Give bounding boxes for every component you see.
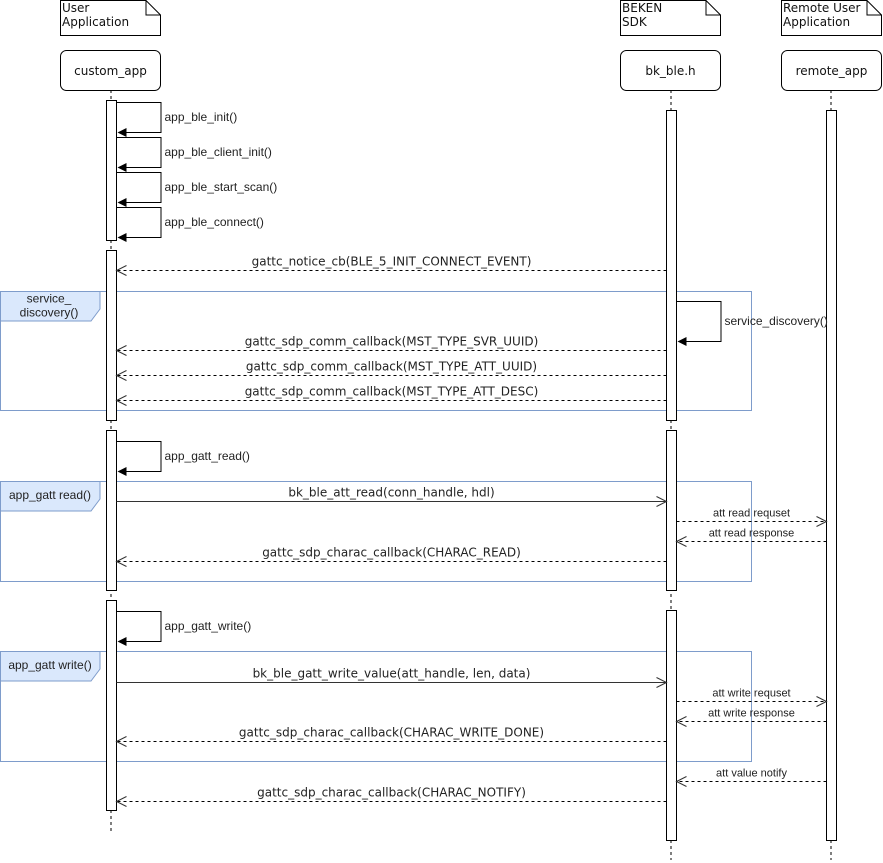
note-beken-sdk: BEKEN SDK [620,0,721,36]
participant-label: custom_app [74,64,147,78]
message-label: gattc_sdp_comm_callback(MST_TYPE_ATT_UUI… [246,360,537,374]
activation-bar [666,430,677,591]
message-app-ble-init[interactable]: app_ble_init() [116,102,238,138]
self-call-line [116,207,162,238]
message-label: gattc_sdp_charac_callback(CHARAC_NOTIFY) [257,786,526,800]
arrowhead-icon [117,637,127,646]
message-label: app_gatt_write() [165,619,252,633]
participant-custom-app[interactable]: custom_app [60,50,161,91]
activation-bar [106,600,117,811]
message-label: gattc_notice_cb(BLE_5_INIT_CONNECT_EVENT… [252,255,532,269]
message-att-value-notify[interactable]: att value notify [675,768,827,787]
activation-bar [666,110,677,421]
message-label: app_ble_connect() [165,215,264,229]
frame-label: app_gatt read() [9,488,91,502]
message-service-discovery[interactable]: service_discovery() [676,301,828,347]
message-label: app_ble_client_init() [165,145,272,159]
message-label: att write requset [712,688,790,700]
arrowhead-icon [117,128,127,137]
message-label: app_ble_start_scan() [165,180,278,194]
message-gattc-sdp-charac-callback-charac-read[interactable]: gattc_sdp_charac_callback(CHARAC_READ) [115,546,667,567]
message-label: app_ble_init() [165,110,238,124]
frame-label-line-1: service_ [27,292,72,306]
arrowhead-icon [117,467,127,476]
arrowhead-icon [117,233,127,242]
frame-label-line-2: discovery() [20,306,79,320]
arrowhead-icon [677,337,687,346]
message-label: gattc_sdp_comm_callback(MST_TYPE_SVR_UUI… [245,335,539,349]
note-line-2: Application [783,15,850,29]
message-label: bk_ble_att_read(conn_handle, hdl) [288,486,494,500]
message-label: att value notify [716,768,787,780]
note-line-1: BEKEN [622,1,662,15]
note-remote-user-application: Remote User Application [781,0,882,36]
participant-bk-ble[interactable]: bk_ble.h [620,50,721,91]
arrowhead-icon [117,163,127,172]
message-gattc-notice-cb-ble-5-init-connect-event[interactable]: gattc_notice_cb(BLE_5_INIT_CONNECT_EVENT… [115,255,667,276]
message-label: att read response [709,528,795,540]
self-call-line [116,137,162,168]
message-gattc-sdp-charac-callback-charac-write-done[interactable]: gattc_sdp_charac_callback(CHARAC_WRITE_D… [115,726,667,747]
self-call-line [116,172,162,203]
activation-bar [106,100,117,241]
message-bk-ble-att-read-conn-handle-hdl[interactable]: bk_ble_att_read(conn_handle, hdl) [116,486,668,507]
note-line-2: SDK [622,15,648,29]
message-app-ble-client-init[interactable]: app_ble_client_init() [116,137,272,173]
note-line-1: Remote User [783,1,861,15]
messages-layer: app_ble_init() app_ble_client_init() app_b… [115,102,828,807]
self-call-line [116,611,162,642]
message-gattc-sdp-charac-callback-charac-notify[interactable]: gattc_sdp_charac_callback(CHARAC_NOTIFY) [115,786,667,807]
self-call-line [676,301,722,342]
arrowhead-icon [117,198,127,207]
note-user-application: User Application [60,0,161,36]
message-label: app_gatt_read() [165,449,250,463]
sequence-diagram: service_ discovery() app_gatt read() app… [0,0,882,860]
message-label: att read requset [713,508,790,520]
message-bk-ble-gatt-write-value-att-handle-len-data[interactable]: bk_ble_gatt_write_value(att_handle, len,… [116,667,668,688]
message-label: gattc_sdp_comm_callback(MST_TYPE_ATT_DES… [245,385,539,399]
participant-remote-app[interactable]: remote_app [781,50,882,91]
message-label: gattc_sdp_charac_callback(CHARAC_READ) [262,546,521,560]
activation-bar [666,610,677,841]
participant-label: remote_app [796,64,868,78]
message-app-gatt-write[interactable]: app_gatt_write() [116,611,252,647]
message-app-ble-connect[interactable]: app_ble_connect() [116,207,264,243]
message-gattc-sdp-comm-callback-mst-type-att-uuid[interactable]: gattc_sdp_comm_callback(MST_TYPE_ATT_UUI… [115,360,667,381]
frame-label: app_gatt write() [8,658,91,672]
message-label: bk_ble_gatt_write_value(att_handle, len,… [253,667,531,681]
message-gattc-sdp-comm-callback-mst-type-att-desc[interactable]: gattc_sdp_comm_callback(MST_TYPE_ATT_DES… [115,385,667,406]
activation-bar [106,430,117,591]
activation-bar [106,250,117,421]
activation-bar [826,110,837,841]
self-call-line [116,441,162,472]
note-line-2: Application [62,15,129,29]
note-line-1: User [62,1,89,15]
message-app-ble-start-scan[interactable]: app_ble_start_scan() [116,172,278,208]
message-label: gattc_sdp_charac_callback(CHARAC_WRITE_D… [239,726,544,740]
participant-label: bk_ble.h [645,64,695,78]
message-label: att write response [708,708,795,720]
message-label: service_discovery() [725,314,828,328]
self-call-line [116,102,162,133]
message-gattc-sdp-comm-callback-mst-type-svr-uuid[interactable]: gattc_sdp_comm_callback(MST_TYPE_SVR_UUI… [115,335,667,356]
message-app-gatt-read[interactable]: app_gatt_read() [116,441,250,477]
